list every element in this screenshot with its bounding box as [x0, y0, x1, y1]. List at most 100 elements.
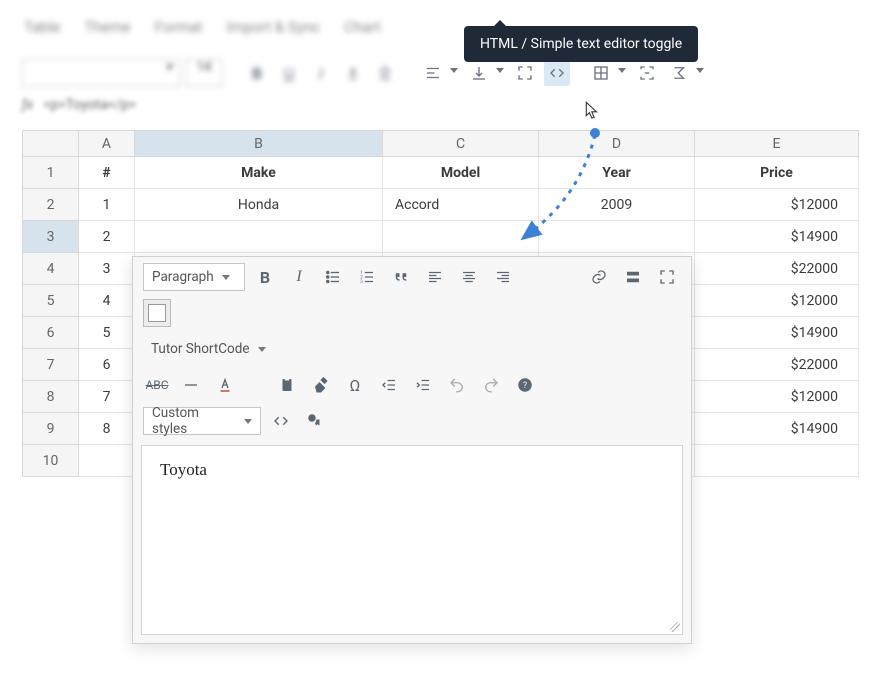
col-A[interactable]: A	[79, 131, 135, 157]
font-family-select[interactable]: ▾	[22, 59, 180, 87]
col-D[interactable]: D	[539, 131, 695, 157]
italic-button[interactable]: I	[308, 60, 334, 86]
borders-button[interactable]	[588, 60, 614, 86]
cell-A1[interactable]: #	[79, 157, 135, 189]
col-C[interactable]: C	[383, 131, 539, 157]
row-8-header[interactable]: 8	[23, 381, 79, 413]
cell-C3[interactable]	[383, 221, 539, 253]
formula-dropdown-icon[interactable]	[696, 68, 706, 78]
valign-dropdown-icon[interactable]	[496, 68, 506, 78]
editor-align-right-button[interactable]	[489, 263, 517, 291]
cell-E9[interactable]: $14900	[695, 413, 859, 445]
row-3-header[interactable]: 3	[23, 221, 79, 253]
cell-A7[interactable]: 6	[79, 349, 135, 381]
row-5-header[interactable]: 5	[23, 285, 79, 317]
menu-chart[interactable]: Chart	[344, 18, 381, 36]
fullscreen-button[interactable]	[512, 60, 538, 86]
underline-button[interactable]: U	[276, 60, 302, 86]
borders-dropdown-icon[interactable]	[618, 68, 628, 78]
editor-text-color-button[interactable]	[211, 371, 239, 399]
editor-redo-button[interactable]	[477, 371, 505, 399]
cell-E3[interactable]: $14900	[695, 221, 859, 253]
cell-A6[interactable]: 5	[79, 317, 135, 349]
select-all-corner[interactable]	[23, 131, 79, 157]
cell-B2[interactable]: Honda	[135, 189, 383, 221]
row-1-header[interactable]: 1	[23, 157, 79, 189]
editor-indent-button[interactable]	[409, 371, 437, 399]
cell-E7[interactable]: $22000	[695, 349, 859, 381]
editor-paste-button[interactable]	[273, 371, 301, 399]
editor-link-button[interactable]	[585, 263, 613, 291]
editor-undo-button[interactable]	[443, 371, 471, 399]
editor-outdent-button[interactable]	[375, 371, 403, 399]
editor-italic-button[interactable]: I	[285, 263, 313, 291]
vertical-align-button[interactable]	[466, 60, 492, 86]
editor-align-left-button[interactable]	[421, 263, 449, 291]
editor-blockquote-button[interactable]	[387, 263, 415, 291]
formula-bar[interactable]: ƒx <p>Toyota</p>	[0, 92, 880, 118]
editor-strike-button[interactable]: ABC	[143, 371, 171, 399]
editor-toolbox-button[interactable]	[143, 299, 171, 327]
menu-table[interactable]: Table	[24, 18, 60, 36]
cell-E1[interactable]: Price	[695, 157, 859, 189]
editor-clear-format-button[interactable]	[307, 371, 335, 399]
cell-A9[interactable]: 8	[79, 413, 135, 445]
shortcode-select[interactable]: Tutor ShortCode	[143, 335, 274, 363]
row-4-header[interactable]: 4	[23, 253, 79, 285]
cell-C2[interactable]: Accord	[383, 189, 539, 221]
resize-handle[interactable]	[670, 622, 680, 632]
cell-E10[interactable]	[695, 445, 859, 477]
editor-content-area[interactable]: Toyota	[141, 445, 683, 635]
cell-A8[interactable]: 7	[79, 381, 135, 413]
cell-A3[interactable]: 2	[79, 221, 135, 253]
cell-D3[interactable]	[539, 221, 695, 253]
cell-E6[interactable]: $14900	[695, 317, 859, 349]
editor-special-char-button[interactable]: Ω	[341, 371, 369, 399]
cell-B3[interactable]	[135, 221, 383, 253]
cell-C1[interactable]: Model	[383, 157, 539, 189]
editor-hr-button[interactable]	[177, 371, 205, 399]
align-button[interactable]	[420, 60, 446, 86]
cell-E4[interactable]: $22000	[695, 253, 859, 285]
cell-editor: Paragraph B I 123	[132, 256, 692, 644]
html-toggle-button[interactable]	[544, 60, 570, 86]
cell-D1[interactable]: Year	[539, 157, 695, 189]
row-6-header[interactable]: 6	[23, 317, 79, 349]
cell-A10[interactable]	[79, 445, 135, 477]
cell-E5[interactable]: $12000	[695, 285, 859, 317]
cell-B1[interactable]: Make	[135, 157, 383, 189]
row-2-header[interactable]: 2	[23, 189, 79, 221]
editor-ol-button[interactable]: 123	[353, 263, 381, 291]
editor-bold-button[interactable]: B	[251, 263, 279, 291]
editor-code-button[interactable]	[267, 407, 295, 435]
custom-styles-select[interactable]: Custom styles	[143, 407, 261, 435]
paragraph-select[interactable]: Paragraph	[143, 263, 245, 291]
menu-import-sync[interactable]: Import & Sync	[227, 18, 320, 36]
row-10-header[interactable]: 10	[23, 445, 79, 477]
align-dropdown-icon[interactable]	[450, 68, 460, 78]
menu-format[interactable]: Format	[155, 18, 203, 36]
editor-ul-button[interactable]	[319, 263, 347, 291]
editor-media-button[interactable]	[301, 407, 329, 435]
cell-A4[interactable]: 3	[79, 253, 135, 285]
cell-E2[interactable]: $12000	[695, 189, 859, 221]
fill-color-button[interactable]	[372, 60, 398, 86]
row-9-header[interactable]: 9	[23, 413, 79, 445]
cell-A5[interactable]: 4	[79, 285, 135, 317]
cell-E8[interactable]: $12000	[695, 381, 859, 413]
cell-D2[interactable]: 2009	[539, 189, 695, 221]
editor-help-button[interactable]: ?	[511, 371, 539, 399]
col-B[interactable]: B	[135, 131, 383, 157]
editor-insert-button[interactable]	[619, 263, 647, 291]
merge-button[interactable]	[634, 60, 660, 86]
menu-theme[interactable]: Theme	[84, 18, 130, 36]
bold-button[interactable]: B	[244, 60, 270, 86]
editor-align-center-button[interactable]	[455, 263, 483, 291]
font-size-input[interactable]: 14	[186, 59, 222, 87]
formula-button[interactable]	[666, 60, 692, 86]
cell-A2[interactable]: 1	[79, 189, 135, 221]
editor-fullscreen-button[interactable]	[653, 263, 681, 291]
col-E[interactable]: E	[695, 131, 859, 157]
row-7-header[interactable]: 7	[23, 349, 79, 381]
text-color-button[interactable]	[340, 60, 366, 86]
